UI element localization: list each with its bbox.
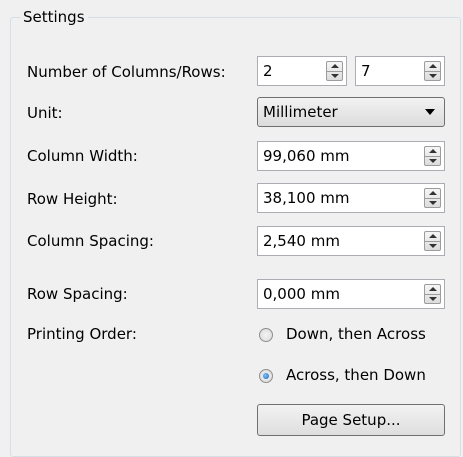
spin-up-icon[interactable] <box>429 287 437 291</box>
page-setup-button[interactable]: Page Setup... <box>257 404 445 436</box>
column-width-spinbox[interactable]: 99,060 mm <box>257 141 445 171</box>
columns-rows-label: Number of Columns/Rows: <box>27 63 226 81</box>
row-height-spinbox[interactable]: 38,100 mm <box>257 183 445 213</box>
column-spacing-spinbox[interactable]: 2,540 mm <box>257 226 445 256</box>
spin-up-icon[interactable] <box>331 64 339 68</box>
row-spacing-spin-buttons[interactable] <box>424 284 441 304</box>
spin-down-icon[interactable] <box>429 74 437 78</box>
spin-up-icon[interactable] <box>429 64 437 68</box>
row-spacing-value: 0,000 mm <box>263 285 340 303</box>
row-height-label: Row Height: <box>27 190 118 208</box>
radio-down-then-across-label[interactable]: Down, then Across <box>286 325 426 343</box>
unit-selected-value: Millimeter <box>263 103 338 121</box>
rows-spinbox[interactable]: 7 <box>355 56 445 86</box>
row-spacing-label: Row Spacing: <box>27 285 128 303</box>
row-height-spin-buttons[interactable] <box>424 188 441 208</box>
chevron-down-icon[interactable] <box>425 109 435 115</box>
spin-up-icon[interactable] <box>429 191 437 195</box>
column-width-label: Column Width: <box>27 147 138 165</box>
column-spacing-value: 2,540 mm <box>263 232 340 250</box>
spin-up-icon[interactable] <box>429 149 437 153</box>
columns-spin-buttons[interactable] <box>326 61 343 81</box>
rows-value: 7 <box>361 62 371 80</box>
column-spacing-label: Column Spacing: <box>27 232 154 250</box>
row-height-value: 38,100 mm <box>263 189 350 207</box>
settings-group-title: Settings <box>20 8 88 26</box>
spin-down-icon[interactable] <box>331 74 339 78</box>
unit-dropdown[interactable]: Millimeter <box>257 97 445 127</box>
columns-value: 2 <box>263 62 273 80</box>
row-spacing-spinbox[interactable]: 0,000 mm <box>257 279 445 309</box>
printing-order-label: Printing Order: <box>27 325 137 343</box>
rows-spin-buttons[interactable] <box>424 61 441 81</box>
column-width-value: 99,060 mm <box>263 147 350 165</box>
spin-up-icon[interactable] <box>429 234 437 238</box>
spin-down-icon[interactable] <box>429 159 437 163</box>
unit-label: Unit: <box>27 104 63 122</box>
spin-down-icon[interactable] <box>429 201 437 205</box>
radio-across-then-down[interactable] <box>259 369 273 383</box>
radio-across-then-down-label[interactable]: Across, then Down <box>286 366 426 384</box>
radio-down-then-across[interactable] <box>259 328 273 342</box>
spin-down-icon[interactable] <box>429 297 437 301</box>
columns-spinbox[interactable]: 2 <box>257 56 347 86</box>
column-width-spin-buttons[interactable] <box>424 146 441 166</box>
spin-down-icon[interactable] <box>429 244 437 248</box>
column-spacing-spin-buttons[interactable] <box>424 231 441 251</box>
